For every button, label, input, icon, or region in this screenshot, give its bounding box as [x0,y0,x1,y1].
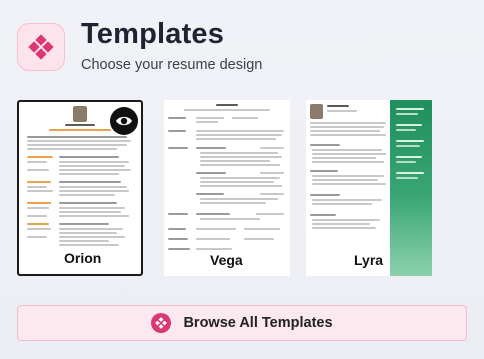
diamond-grid-icon [28,34,54,60]
template-card-vega[interactable]: Vega [164,100,290,276]
template-name: Orion [64,250,102,266]
template-card-lyra[interactable]: Lyra [306,100,432,276]
template-name: Vega [210,252,243,268]
browse-all-templates-button[interactable]: Browse All Templates [17,305,467,341]
template-name: Lyra [354,252,384,268]
diamond-grid-icon [155,317,168,329]
browse-button-label: Browse All Templates [183,315,333,331]
page-subtitle: Choose your resume design [81,57,263,73]
preview-button[interactable] [110,107,138,135]
page-title: Templates [81,18,225,50]
browse-icon-badge [151,313,172,333]
app-logo [17,23,65,71]
template-card-orion[interactable]: Orion [17,100,143,276]
eye-icon [116,116,132,126]
